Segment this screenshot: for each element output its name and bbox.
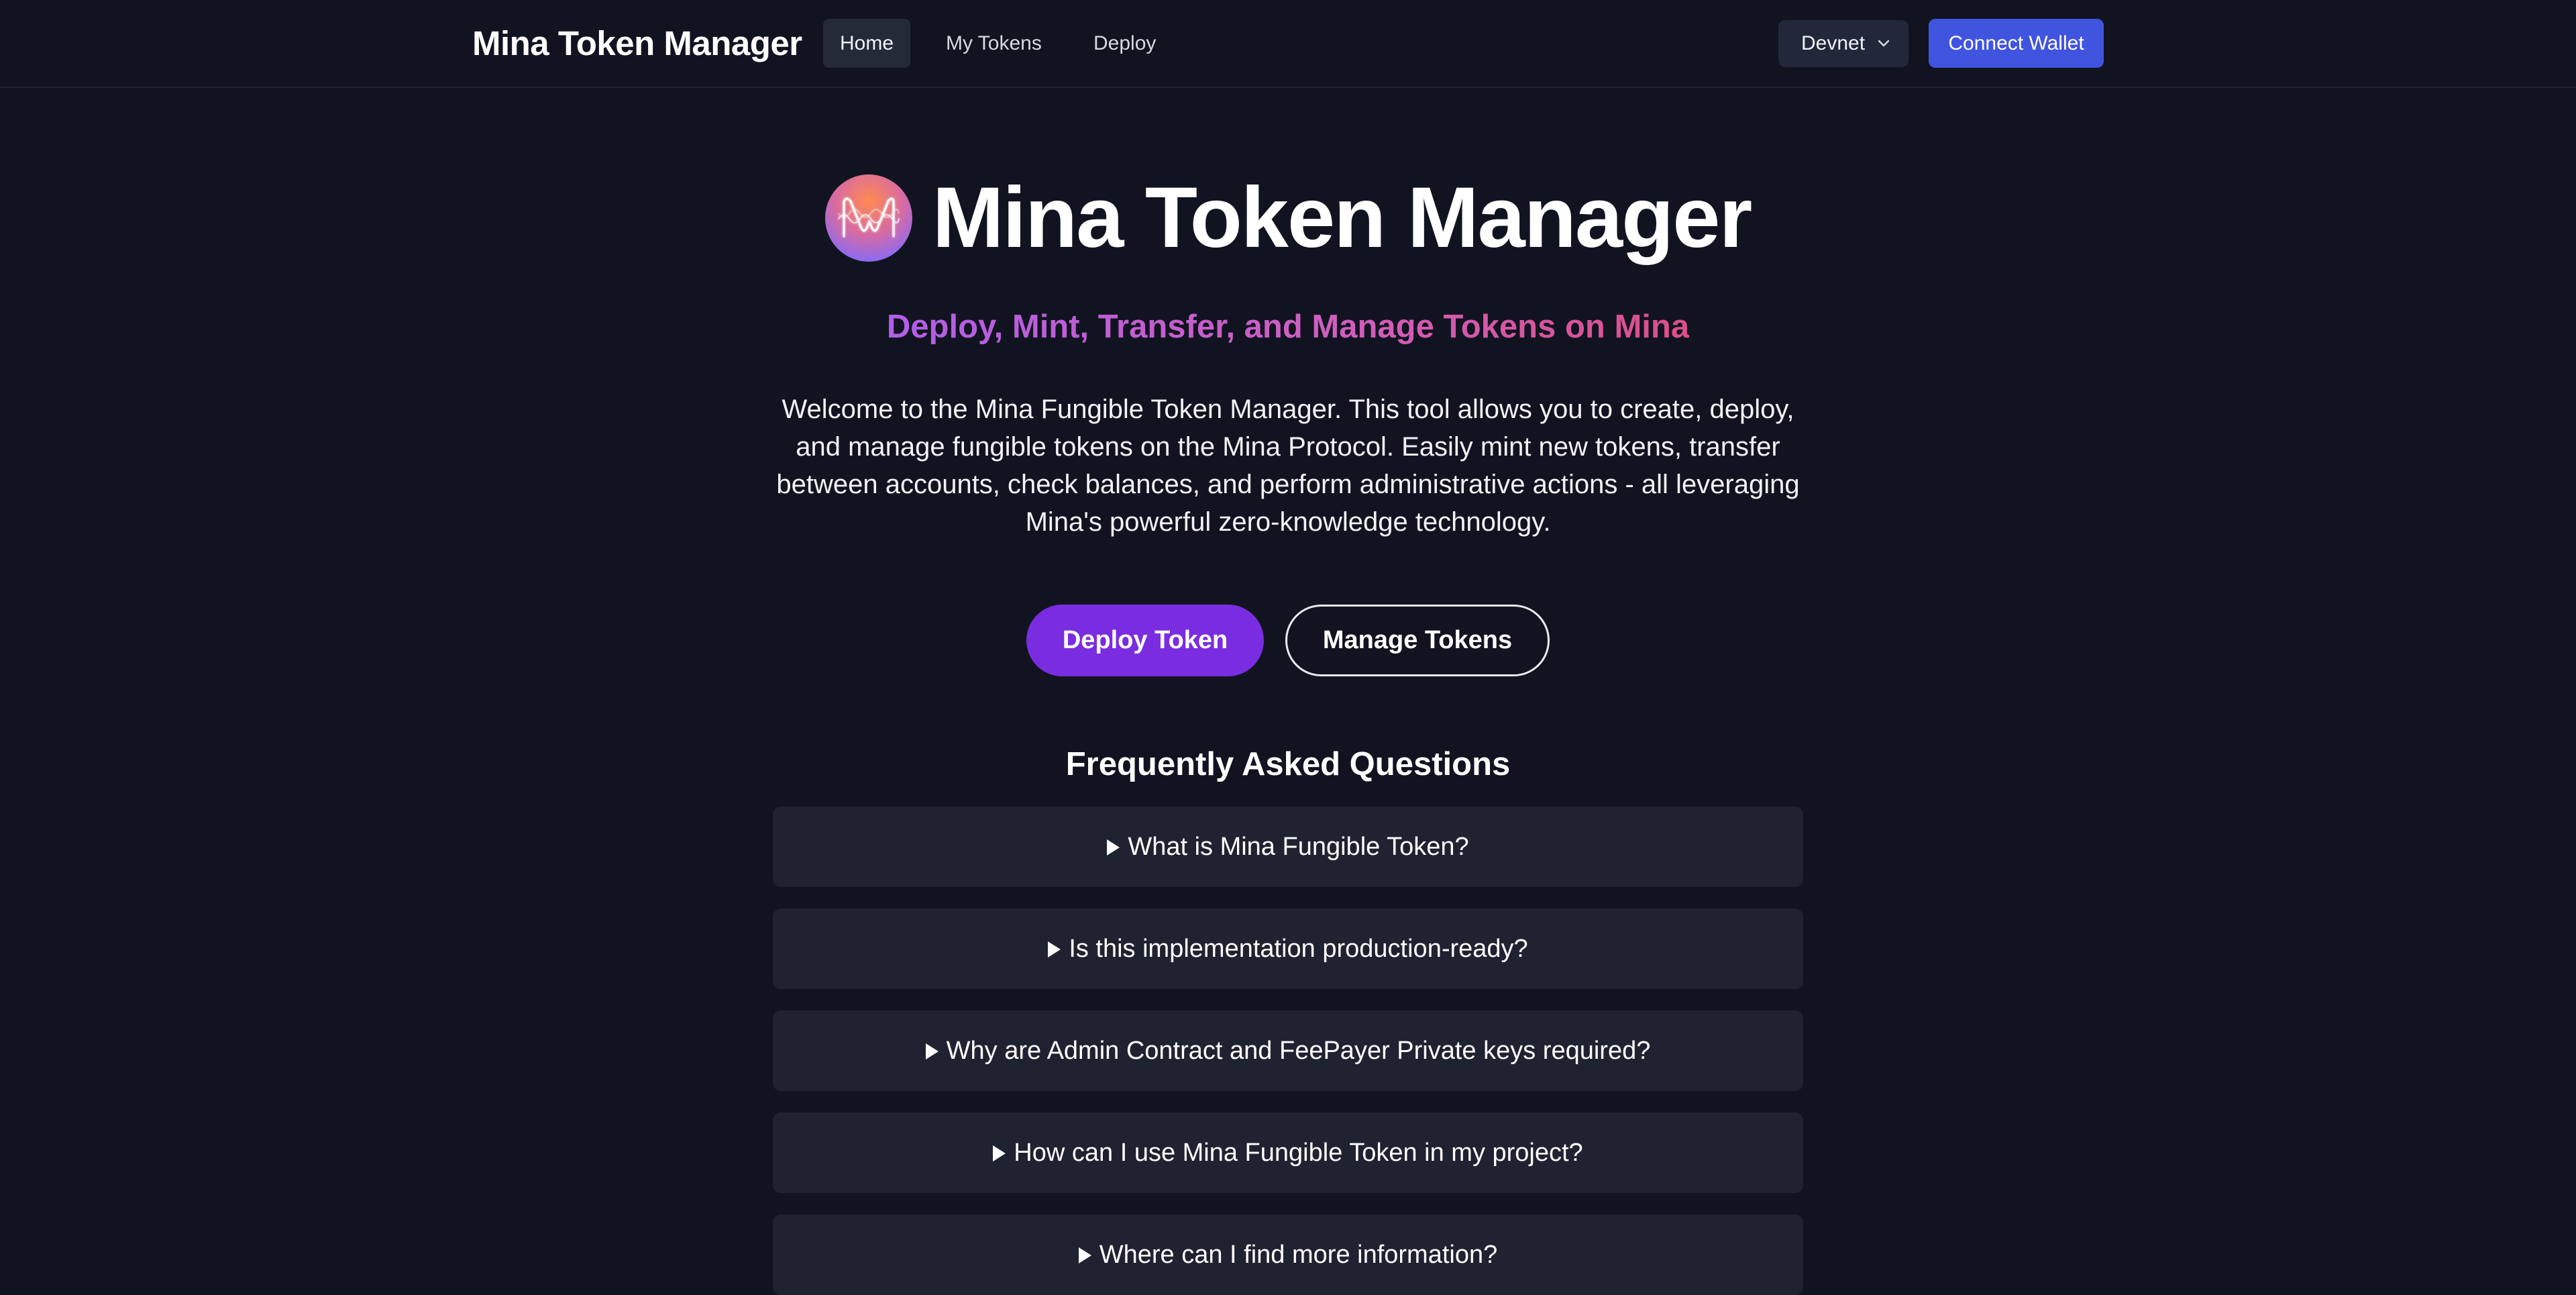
faq-question: Why are Admin Contract and FeePayer Priv… [946,1037,1651,1065]
faq-item[interactable]: How can I use Mina Fungible Token in my … [773,1112,1803,1193]
faq-question: Is this implementation production-ready? [1069,935,1528,963]
expand-triangle-icon [1078,1247,1091,1263]
nav-home[interactable]: Home [823,19,911,68]
manage-tokens-button[interactable]: Manage Tokens [1285,605,1550,676]
tagline-text: Deploy, Mint, Transfer, and Manage Token… [886,309,1690,345]
mina-logo-icon [824,174,912,262]
network-select-value: Devnet [1801,32,1866,54]
nav-my-tokens[interactable]: My Tokens [929,19,1059,68]
expand-triangle-icon [993,1145,1006,1161]
connect-wallet-button[interactable]: Connect Wallet [1929,19,2104,68]
expand-triangle-icon [1048,941,1061,957]
faq-question: How can I use Mina Fungible Token in my … [1014,1139,1583,1167]
faq-item[interactable]: Is this implementation production-ready? [773,909,1803,989]
faq-question: Where can I find more information? [1099,1241,1498,1269]
faq-item[interactable]: What is Mina Fungible Token? [773,807,1803,887]
brand-title[interactable]: Mina Token Manager [472,20,802,67]
hero-heading: Mina Token Manager [0,168,2576,268]
page-title: Mina Token Manager [932,170,1752,266]
chevron-down-icon [1875,20,1892,67]
faq-item[interactable]: Why are Admin Contract and FeePayer Priv… [773,1011,1803,1091]
deploy-token-button[interactable]: Deploy Token [1026,605,1264,676]
network-select[interactable]: Devnet [1778,20,1909,67]
faq-heading: Frequently Asked Questions [1065,746,1511,782]
expand-triangle-icon [1107,839,1120,856]
nav-deploy[interactable]: Deploy [1077,19,1173,68]
expand-triangle-icon [925,1043,938,1059]
hero-tagline: Deploy, Mint, Transfer, and Manage Token… [0,304,2576,350]
faq-item[interactable]: Where can I find more information? [773,1214,1803,1295]
intro-paragraph: Welcome to the Mina Fungible Token Manag… [776,395,1800,537]
faq-question: What is Mina Fungible Token? [1128,833,1469,861]
top-navbar: Mina Token Manager Home My Tokens Deploy… [0,0,2576,88]
